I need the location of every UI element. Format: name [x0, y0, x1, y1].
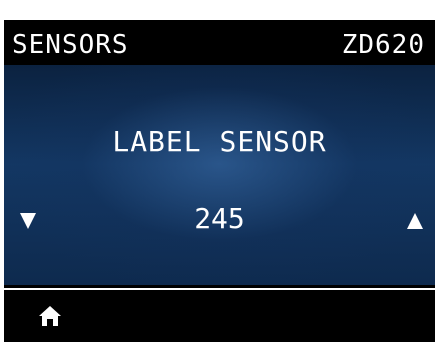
sensor-value: 245	[194, 202, 245, 235]
up-triangle-icon[interactable]	[407, 213, 423, 229]
menu-title: SENSORS	[12, 30, 129, 60]
home-icon[interactable]	[38, 304, 62, 328]
footer-bar	[4, 290, 435, 342]
sensor-label: LABEL SENSOR	[112, 125, 327, 158]
printer-model: ZD620	[341, 30, 425, 60]
printer-display: SENSORS ZD620 LABEL SENSOR 245	[4, 20, 435, 342]
sensor-panel: LABEL SENSOR 245	[4, 65, 435, 285]
header-bar: SENSORS ZD620	[4, 20, 435, 65]
